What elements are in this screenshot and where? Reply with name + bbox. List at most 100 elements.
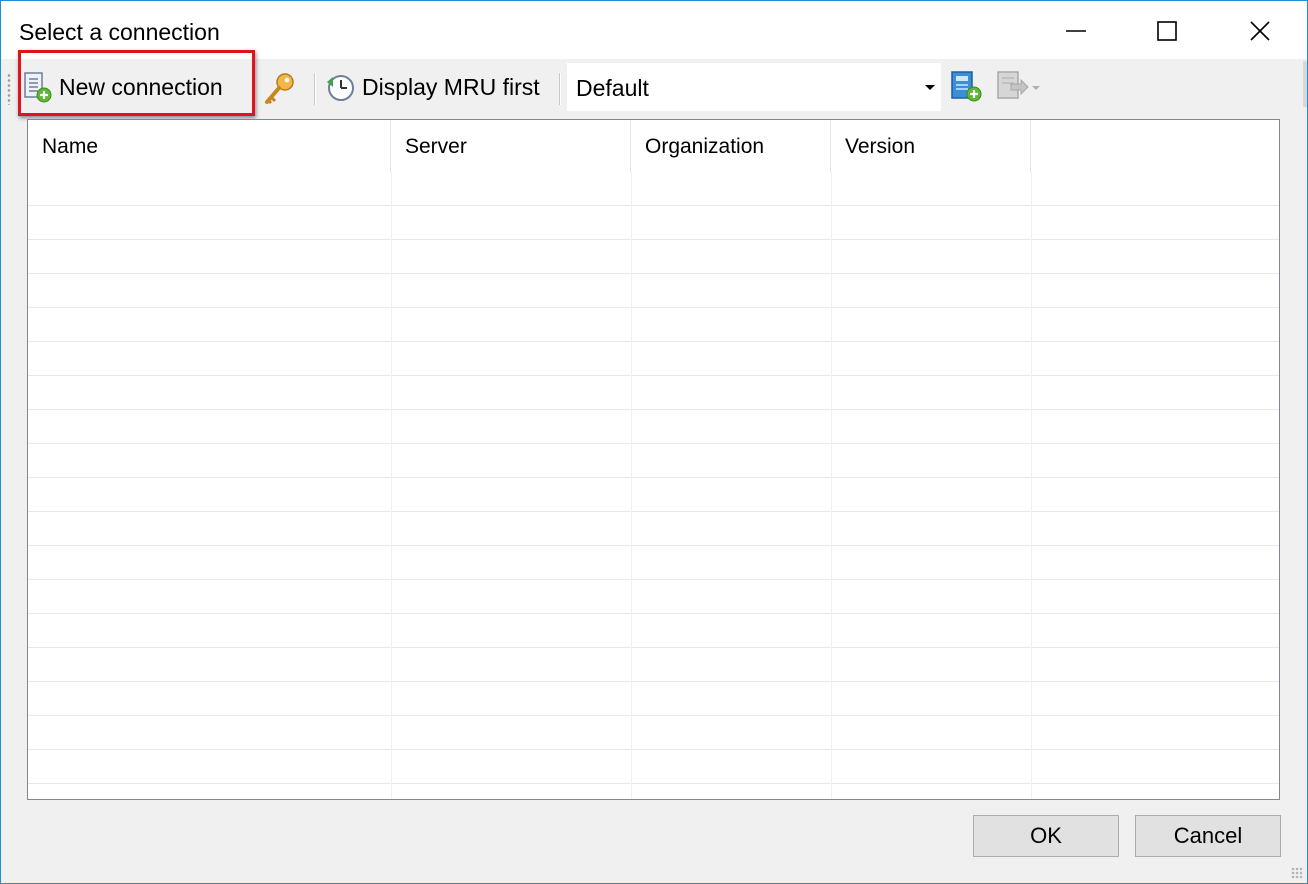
empty-grid-cell: [391, 444, 632, 478]
grid-header: Name Server Organization Version: [28, 120, 1279, 172]
toolbar-separator: [314, 73, 316, 105]
empty-grid-cell: [1031, 444, 1279, 478]
empty-grid-cell: [28, 614, 392, 648]
empty-grid-row: [28, 410, 1279, 444]
empty-grid-cell: [391, 478, 632, 512]
empty-grid-cell: [28, 512, 392, 546]
display-mru-first-label: Display MRU first: [362, 73, 540, 100]
maximize-button[interactable]: [1121, 1, 1213, 61]
empty-grid-cell: [1031, 512, 1279, 546]
empty-grid-cell: [631, 614, 832, 648]
minimize-button[interactable]: [1030, 1, 1122, 61]
empty-grid-cell: [28, 342, 392, 376]
empty-grid-cell: [391, 580, 632, 614]
empty-grid-cell: [831, 444, 1032, 478]
empty-grid-cell: [391, 206, 632, 240]
empty-grid-cell: [28, 376, 392, 410]
column-header-version[interactable]: Version: [831, 120, 1031, 172]
empty-grid-cell: [1031, 546, 1279, 580]
empty-grid-cell: [391, 750, 632, 784]
empty-grid-cell: [831, 512, 1032, 546]
export-button[interactable]: [995, 69, 1040, 103]
empty-grid-cell: [391, 512, 632, 546]
empty-grid-row: [28, 784, 1279, 799]
close-icon: [1250, 21, 1270, 41]
empty-grid-cell: [1031, 172, 1279, 206]
window-edge-scroll: [1303, 61, 1307, 107]
empty-grid-cell: [631, 444, 832, 478]
empty-grid-row: [28, 750, 1279, 784]
empty-grid-cell: [391, 784, 632, 799]
empty-grid-cell: [631, 750, 832, 784]
empty-grid-cell: [631, 206, 832, 240]
empty-grid-cell: [391, 614, 632, 648]
empty-grid-cell: [1031, 716, 1279, 750]
empty-grid-row: [28, 342, 1279, 376]
chevron-down-icon[interactable]: [1032, 86, 1040, 90]
empty-grid-cell: [631, 784, 832, 799]
empty-grid-cell: [28, 716, 392, 750]
empty-grid-row: [28, 682, 1279, 716]
empty-grid-cell: [631, 308, 832, 342]
empty-grid-cell: [831, 376, 1032, 410]
empty-grid-cell: [831, 308, 1032, 342]
empty-grid-cell: [831, 614, 1032, 648]
empty-grid-cell: [831, 784, 1032, 799]
ok-button[interactable]: OK: [973, 815, 1119, 857]
export-icon: [997, 71, 1029, 99]
empty-grid-cell: [831, 580, 1032, 614]
display-mru-first-button[interactable]: Display MRU first: [324, 65, 540, 109]
highlight-box: [18, 50, 255, 116]
empty-grid-cell: [28, 784, 392, 799]
empty-grid-cell: [831, 716, 1032, 750]
empty-grid-cell: [391, 648, 632, 682]
column-header-server[interactable]: Server: [391, 120, 631, 172]
key-icon: [265, 73, 294, 105]
empty-grid-cell: [391, 308, 632, 342]
empty-grid-row: [28, 308, 1279, 342]
empty-grid-cell: [831, 240, 1032, 274]
empty-grid-row: [28, 376, 1279, 410]
add-profile-button[interactable]: [949, 69, 983, 108]
toolbar-grip[interactable]: [7, 73, 11, 105]
empty-grid-cell: [28, 580, 392, 614]
cancel-button[interactable]: Cancel: [1135, 815, 1281, 857]
column-header-name[interactable]: Name: [28, 120, 391, 172]
empty-grid-cell: [28, 682, 392, 716]
connections-grid[interactable]: Name Server Organization Version: [27, 119, 1280, 800]
empty-grid-cell: [28, 444, 392, 478]
empty-grid-cell: [831, 342, 1032, 376]
column-header-organization[interactable]: Organization: [631, 120, 831, 172]
resize-grip[interactable]: [1291, 867, 1303, 879]
empty-grid-cell: [1031, 682, 1279, 716]
window-title: Select a connection: [19, 19, 220, 45]
password-button[interactable]: [263, 67, 297, 111]
empty-grid-cell: [631, 342, 832, 376]
empty-grid-cell: [631, 274, 832, 308]
empty-grid-cell: [391, 716, 632, 750]
empty-grid-cell: [631, 648, 832, 682]
empty-grid-cell: [631, 716, 832, 750]
empty-grid-cell: [391, 172, 632, 206]
empty-grid-cell: [631, 580, 832, 614]
toolbar-separator: [559, 73, 561, 105]
empty-grid-cell: [831, 682, 1032, 716]
empty-grid-row: [28, 172, 1279, 206]
empty-grid-cell: [631, 172, 832, 206]
profile-select-value: Default: [576, 75, 649, 101]
empty-grid-cell: [391, 682, 632, 716]
empty-grid-cell: [391, 342, 632, 376]
minimize-icon: [1066, 30, 1086, 32]
empty-grid-cell: [391, 410, 632, 444]
empty-grid-cell: [391, 376, 632, 410]
empty-grid-cell: [1031, 342, 1279, 376]
profile-select[interactable]: Default: [567, 63, 941, 111]
empty-grid-cell: [1031, 410, 1279, 444]
close-button[interactable]: [1214, 1, 1306, 61]
empty-grid-cell: [391, 240, 632, 274]
empty-grid-cell: [631, 410, 832, 444]
empty-grid-row: [28, 206, 1279, 240]
empty-grid-row: [28, 716, 1279, 750]
empty-grid-cell: [831, 274, 1032, 308]
empty-grid-cell: [1031, 580, 1279, 614]
